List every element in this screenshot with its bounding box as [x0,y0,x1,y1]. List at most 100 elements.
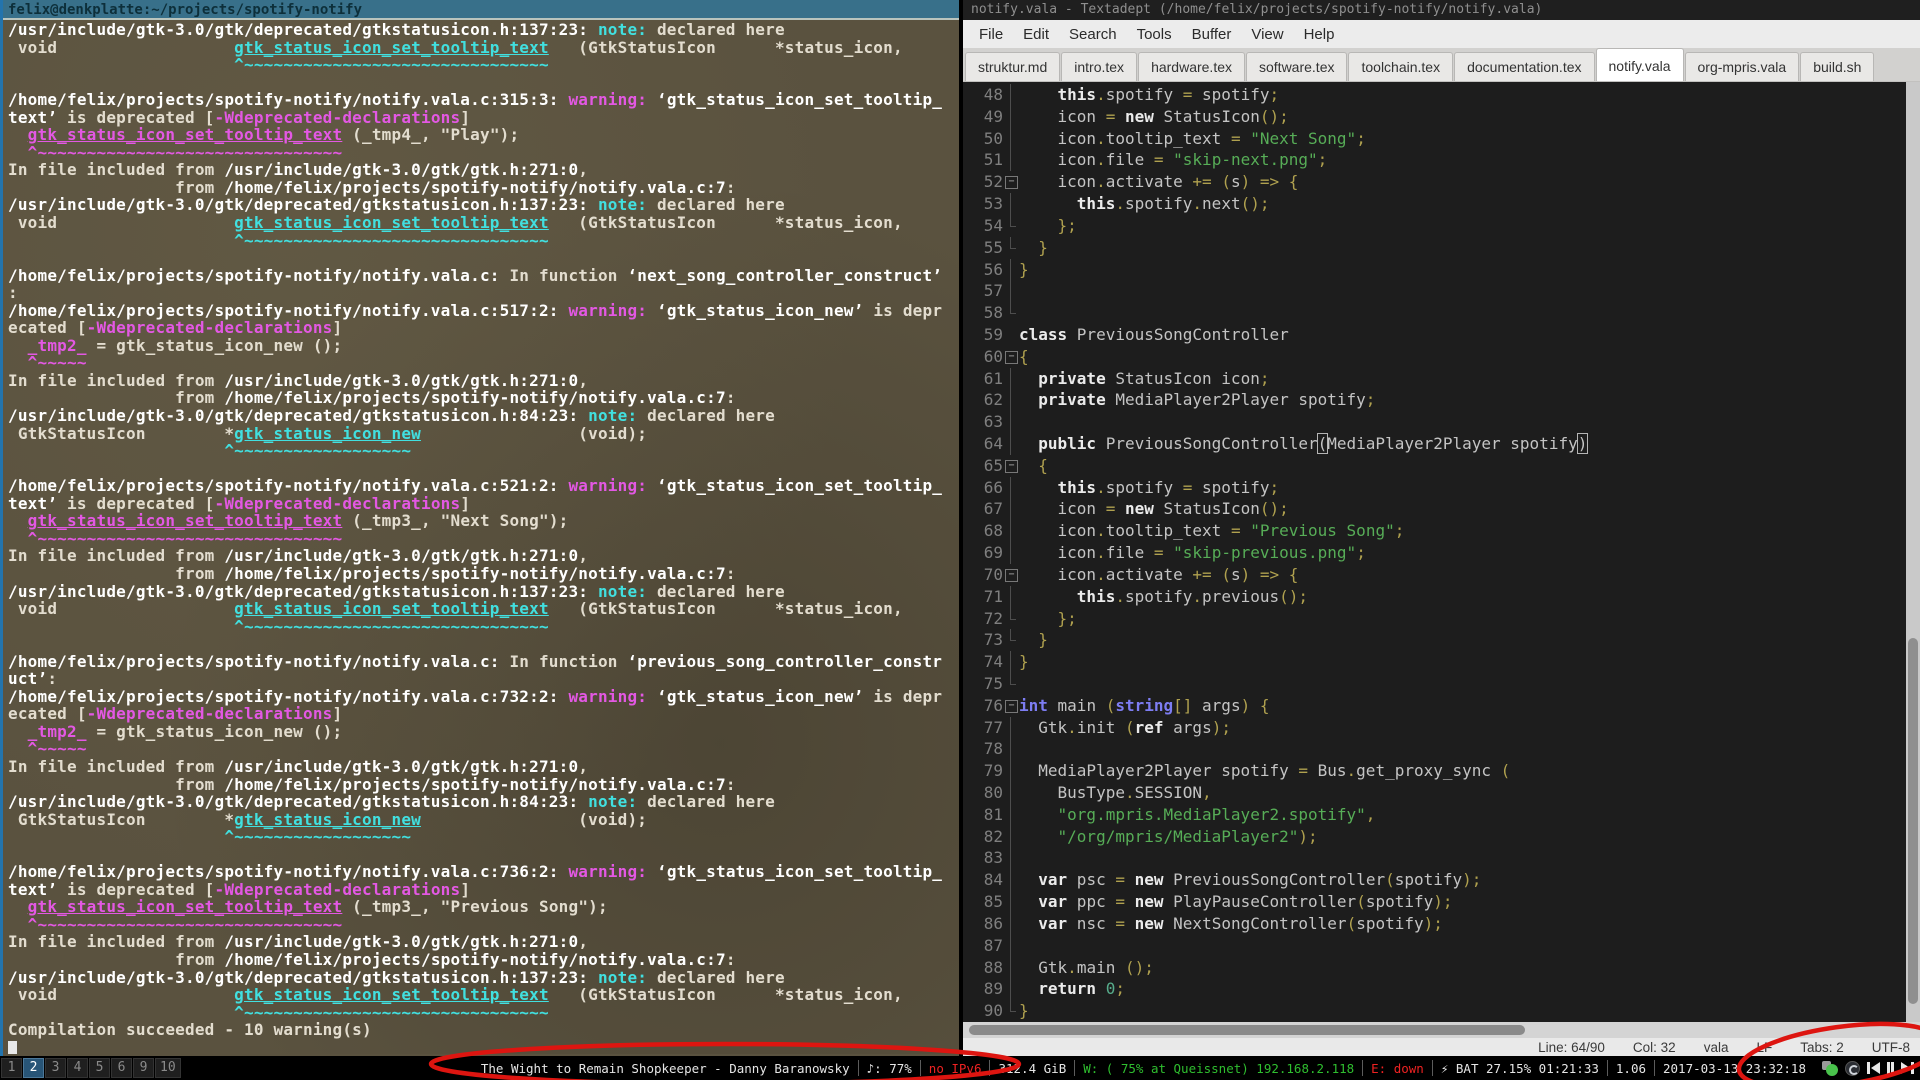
tab-documentation.tex[interactable]: documentation.tex [1454,52,1595,81]
menu-file[interactable]: File [969,22,1013,47]
code-area[interactable]: 48 this.spotify = spotify; 49 icon = new … [963,82,1906,1022]
fold-marker[interactable] [1003,520,1019,542]
fold-marker[interactable] [1003,847,1019,870]
fold-marker[interactable] [1003,607,1019,630]
fold-marker[interactable] [1003,214,1019,237]
fold-marker[interactable] [1003,695,1019,717]
fold-marker[interactable] [1003,564,1019,586]
fold-marker[interactable] [1003,825,1019,848]
code-token: s [1230,172,1241,192]
code-token: ( [1346,913,1357,933]
fold-marker[interactable] [1003,258,1019,281]
line-number: 86 [983,913,1003,933]
fold-marker[interactable] [1003,912,1019,935]
fold-marker[interactable] [1003,411,1019,433]
fold-marker[interactable] [1003,782,1019,804]
line-number: 72 [983,608,1003,628]
fold-marker[interactable] [1003,869,1019,891]
workspace-6[interactable]: 6 [111,1058,132,1078]
fold-marker[interactable] [1003,127,1019,150]
terminal-text: gtk_status_icon_set_tooltip_text [27,897,343,917]
menu-help[interactable]: Help [1294,22,1345,47]
menu-edit[interactable]: Edit [1013,22,1059,47]
tab-intro.tex[interactable]: intro.tex [1061,52,1138,81]
terminal-text: ] [460,493,471,513]
previous-track-icon[interactable] [1867,1062,1880,1074]
menu-view[interactable]: View [1241,22,1293,47]
code-text: int main (string[] args) { [1019,695,1270,717]
fold-marker[interactable] [1003,302,1019,324]
code-line: 52 icon.activate += (s) => { [963,171,1906,193]
vertical-scrollbar[interactable] [1906,82,1920,1022]
terminal-line: /usr/include/gtk-3.0/gtk/deprecated/gtks… [8,968,959,987]
terminal-text: Compilation succeeded - 10 warning(s) [8,1020,372,1040]
fold-marker[interactable] [1003,84,1019,106]
tab-toolchain.tex[interactable]: toolchain.tex [1348,52,1454,81]
fold-marker[interactable] [1003,956,1019,979]
code-token: ; [1259,368,1270,388]
fold-marker[interactable] [1003,542,1019,564]
tab-org-mpris.vala[interactable]: org-mpris.vala [1684,52,1800,81]
workspace-3[interactable]: 3 [45,1058,66,1078]
tab-software.tex[interactable]: software.tex [1246,52,1348,81]
fold-marker[interactable] [1003,433,1019,455]
tab-build.sh[interactable]: build.sh [1800,52,1875,81]
tab-struktur.md[interactable]: struktur.md [965,52,1061,81]
horizontal-scrollbar-thumb[interactable] [969,1025,1525,1035]
fold-marker[interactable] [1003,629,1019,651]
fold-marker[interactable] [1003,498,1019,521]
menu-tools[interactable]: Tools [1127,22,1182,47]
steam-icon[interactable] [1845,1060,1860,1076]
code-line: 58 [963,302,1906,324]
workspace-9[interactable]: 9 [133,1058,154,1078]
workspace-5[interactable]: 5 [89,1058,110,1078]
next-track-icon[interactable] [1901,1062,1914,1074]
fold-marker[interactable] [1003,105,1019,128]
vertical-scrollbar-thumb[interactable] [1908,638,1918,1004]
fold-marker[interactable] [1003,672,1019,695]
horizontal-scrollbar[interactable] [963,1022,1920,1038]
menu-search[interactable]: Search [1059,22,1127,47]
fold-marker[interactable] [1003,324,1019,346]
fold-marker[interactable] [1003,891,1019,913]
workspace-1[interactable]: 1 [1,1058,22,1078]
tab-notify.vala[interactable]: notify.vala [1595,48,1684,81]
fold-marker[interactable] [1003,934,1019,957]
terminal-text: /usr/include/gtk-3.0/gtk/gtk.h:271:0 [224,370,579,390]
fold-marker[interactable] [1003,367,1019,390]
workspace-10[interactable]: 10 [155,1058,181,1078]
fold-marker[interactable] [1003,280,1019,302]
fold-marker[interactable] [1003,476,1019,499]
fold-marker[interactable] [1003,651,1019,673]
fold-marker[interactable] [1003,738,1019,761]
fold-marker[interactable] [1003,346,1019,368]
fold-marker[interactable] [1003,585,1019,608]
editor-titlebar[interactable]: notify.vala - Textadept (/home/felix/pro… [963,0,1920,20]
code-token: next [1202,194,1241,214]
fold-marker[interactable] [1003,760,1019,782]
terminal-text: _tmp2_ [27,721,87,741]
fold-marker[interactable] [1003,171,1019,193]
fold-marker[interactable] [1003,389,1019,412]
sync-icon[interactable] [1822,1060,1838,1076]
fold-marker[interactable] [1003,149,1019,172]
pause-icon[interactable] [1887,1062,1894,1074]
workspace-2[interactable]: 2 [23,1058,44,1078]
menu-buffer[interactable]: Buffer [1182,22,1242,47]
fold-marker[interactable] [1003,978,1019,1000]
fold-marker[interactable] [1003,236,1019,259]
workspace-4[interactable]: 4 [67,1058,88,1078]
terminal-titlebar[interactable]: felix@denkplatte:~/projects/spotify-noti… [3,0,959,20]
code-line: 66 this.spotify = spotify; [963,476,1906,499]
terminal-title: felix@denkplatte:~/projects/spotify-noti… [8,2,363,18]
fold-marker[interactable] [1003,803,1019,826]
fold-marker[interactable] [1003,716,1019,739]
code-token: spotify [1365,892,1434,912]
fold-marker[interactable] [1003,1000,1019,1022]
tab-hardware.tex[interactable]: hardware.tex [1138,52,1245,81]
fold-marker[interactable] [1003,455,1019,477]
terminal-output[interactable]: /usr/include/gtk-3.0/gtk/deprecated/gtks… [3,20,959,1054]
fold-marker[interactable] [1003,193,1019,215]
